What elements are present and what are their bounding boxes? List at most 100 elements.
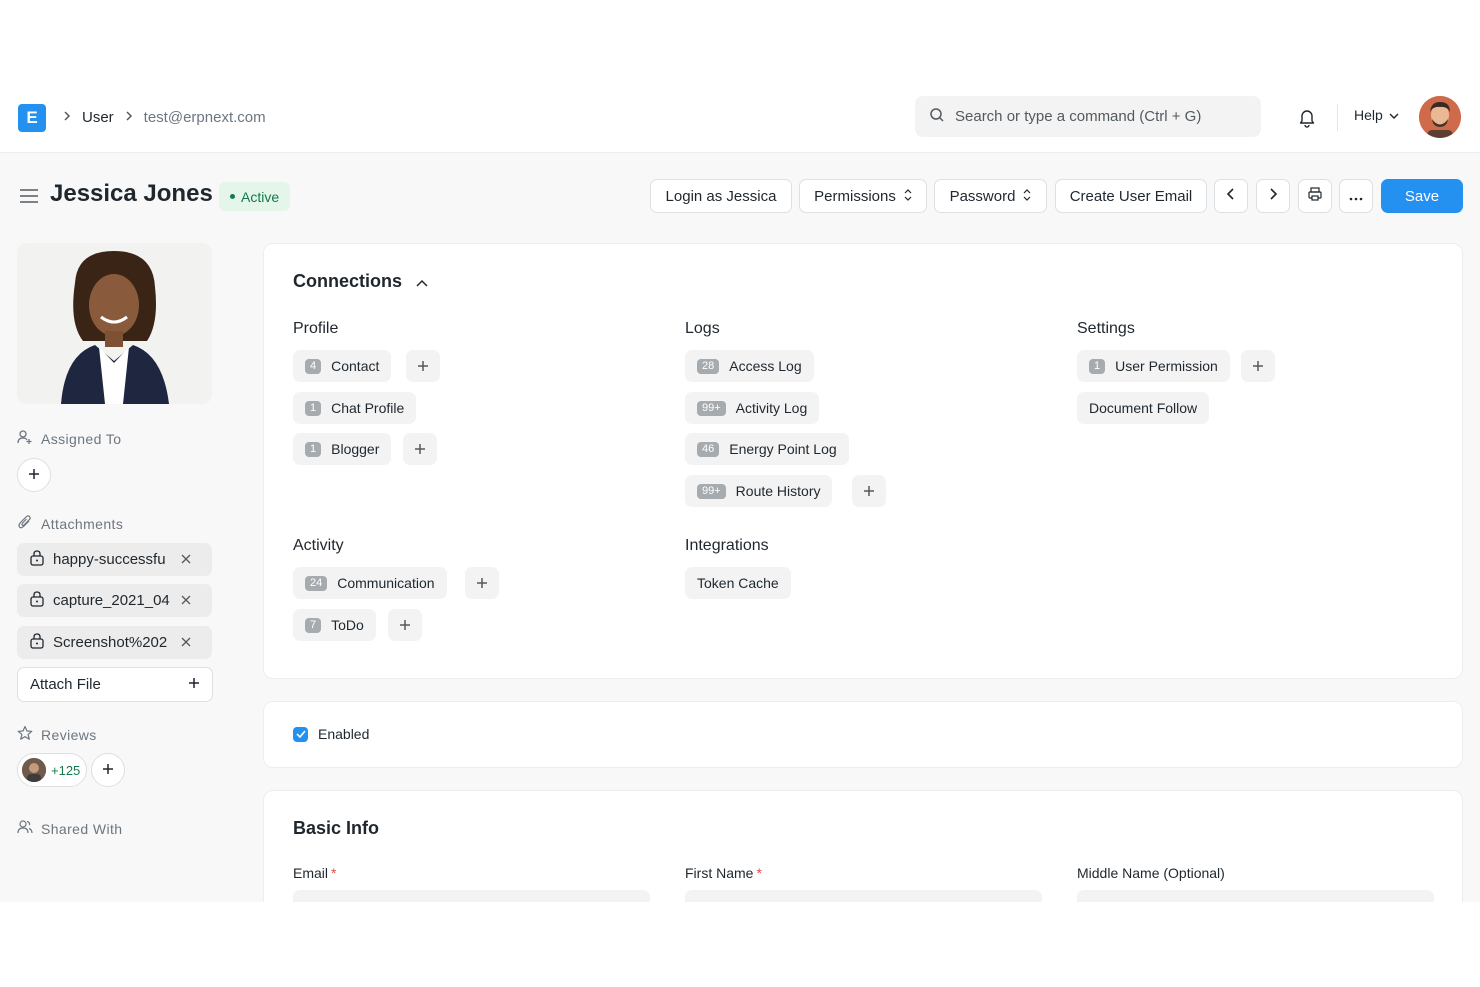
more-actions-button[interactable] [1339,179,1373,213]
help-dropdown[interactable]: Help [1354,107,1399,123]
next-record-button[interactable] [1256,179,1290,213]
reviews-avatars[interactable]: +125 [17,753,87,787]
count-badge: 4 [305,358,322,374]
basic-info-title: Basic Info [293,818,380,838]
plus-icon [477,578,487,588]
basic-info-card: Basic Info Email * First Name * Middle Nam… [263,790,1463,902]
chevron-right-icon [1268,187,1278,205]
password-dropdown[interactable]: Password [934,179,1047,213]
middle-name-field[interactable] [1077,890,1434,902]
attachment-item[interactable]: capture_2021_04 [17,584,212,617]
first-name-label-text: First Name [685,865,754,881]
connection-token-cache[interactable]: Token Cache [685,567,791,599]
connection-label: Blogger [331,441,380,457]
user-avatar[interactable] [1419,96,1461,138]
required-mark: * [756,865,762,881]
plus-icon [418,361,428,371]
connection-access-log[interactable]: 28 Access Log [685,350,814,382]
connections-header[interactable]: Connections [293,271,428,292]
attach-file-button[interactable]: Attach File [17,667,213,702]
count-badge: 99+ [697,400,726,416]
page-title: Jessica Jones [50,180,213,207]
chevron-right-icon [62,109,72,125]
previous-record-button[interactable] [1214,179,1248,213]
group-title-activity: Activity [293,537,344,554]
connection-label: Token Cache [697,575,779,591]
connection-activity-log[interactable]: 99+ Activity Log [685,392,820,424]
paperclip-icon [17,514,33,533]
count-badge: 46 [697,441,720,457]
connection-blogger[interactable]: 1 Blogger [293,433,392,465]
attachment-item[interactable]: Screenshot%202 [17,626,212,659]
login-as-button[interactable]: Login as Jessica [650,179,792,213]
save-button[interactable]: Save [1381,179,1463,213]
count-badge: 24 [305,575,328,591]
add-blogger-button[interactable] [403,433,437,465]
add-user-permission-button[interactable] [1241,350,1275,382]
email-field[interactable] [293,890,650,902]
connection-communication[interactable]: 24 Communication [293,567,447,599]
add-route-history-button[interactable] [852,475,886,507]
navbar-divider [1337,104,1338,131]
enabled-checkbox[interactable] [293,726,308,742]
first-name-field[interactable] [685,890,1042,902]
add-contact-button[interactable] [406,350,440,382]
count-badge: 99+ [697,483,726,499]
add-review-button[interactable] [91,753,125,787]
enabled-card: Enabled [263,701,1463,768]
app-window: E User test@erpnext.com Search or type a… [0,0,1480,987]
app-logo[interactable]: E [18,104,46,132]
group-title-logs: Logs [685,320,720,337]
breadcrumb-record[interactable]: test@erpnext.com [144,109,266,126]
connection-label: Chat Profile [331,400,405,416]
user-image[interactable] [17,243,212,404]
connection-label: Access Log [729,358,802,374]
menu-icon[interactable] [20,189,38,203]
chevron-up-icon [416,271,428,292]
breadcrumb-user[interactable]: User [82,109,114,126]
enabled-label: Enabled [318,726,370,742]
group-title-profile: Profile [293,320,339,337]
sort-arrows-icon [1023,188,1031,205]
connection-label: Energy Point Log [729,441,837,457]
search-input[interactable]: Search or type a command (Ctrl + G) [915,96,1261,137]
reviewer-avatar [22,758,46,782]
count-badge: 1 [305,441,322,457]
connection-user-permission[interactable]: 1 User Permission [1077,350,1230,382]
save-label: Save [1404,187,1440,205]
connection-energy-point-log[interactable]: 46 Energy Point Log [685,433,849,465]
status-dot [230,194,235,199]
group-title-settings: Settings [1077,320,1135,337]
chevron-right-icon [124,109,134,125]
add-todo-button[interactable] [388,609,422,641]
page-head: Jessica Jones Active Login as Jessica Pe… [0,153,1480,237]
bell-icon[interactable] [1296,106,1318,128]
email-label-text: Email [293,865,329,881]
close-icon[interactable] [181,634,191,651]
print-button[interactable] [1298,179,1332,213]
connection-label: User Permission [1115,358,1218,374]
count-badge: 1 [1089,358,1106,374]
first-name-label: First Name * [685,865,762,881]
add-communication-button[interactable] [465,567,499,599]
permissions-dropdown[interactable]: Permissions [799,179,927,213]
reviews-label: Reviews [41,726,97,743]
connection-label: Route History [735,483,821,499]
connection-chat-profile[interactable]: 1 Chat Profile [293,392,417,424]
printer-icon [1307,186,1323,206]
assigned-to-label: Assigned To [41,430,122,447]
enabled-checkbox-row[interactable]: Enabled [293,726,369,742]
add-assignment-button[interactable] [17,458,51,492]
connection-document-follow[interactable]: Document Follow [1077,392,1210,424]
connection-todo[interactable]: 7 ToDo [293,609,376,641]
connection-contact[interactable]: 4 Contact [293,350,392,382]
connection-route-history[interactable]: 99+ Route History [685,475,833,507]
attachment-item[interactable]: happy-successfu [17,543,212,576]
shared-with-label: Shared With [41,820,123,837]
reviews-section: Reviews [17,725,97,744]
connection-label: Communication [337,575,435,591]
group-title-integrations: Integrations [685,537,769,554]
create-user-email-button[interactable]: Create User Email [1055,179,1207,213]
close-icon[interactable] [181,551,191,568]
close-icon[interactable] [181,592,191,609]
